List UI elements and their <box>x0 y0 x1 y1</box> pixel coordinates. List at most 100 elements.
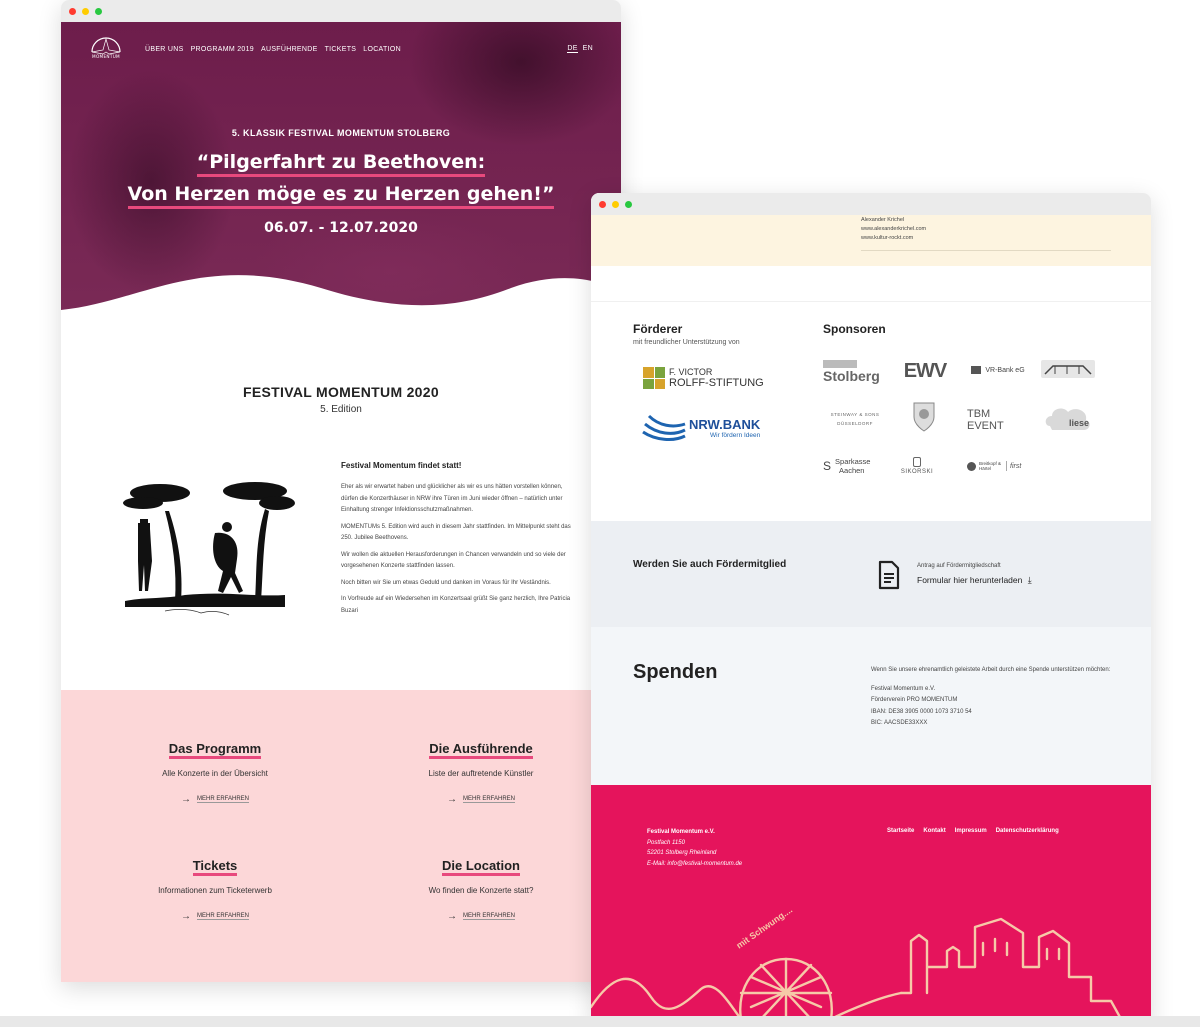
sikorski-wordmark: SIKORSKI <box>900 469 934 475</box>
sparkasse-logo[interactable]: S Sparkasse Aachen <box>823 452 883 480</box>
footer-org-name: Festival Momentum e.V. <box>647 829 715 835</box>
nav-item-ueber-uns[interactable]: ÜBER UNS <box>145 46 184 53</box>
footer-link-impressum[interactable]: Impressum <box>955 828 987 834</box>
maximize-window-icon[interactable] <box>625 200 632 208</box>
sparkasse-line1: Sparkasse <box>835 457 871 466</box>
hero-text: 5. KLASSIK FESTIVAL MOMENTUM STOLBERG “P… <box>61 128 621 236</box>
nav-item-tickets[interactable]: TICKETS <box>325 46 357 53</box>
hero-kicker: 5. KLASSIK FESTIVAL MOMENTUM STOLBERG <box>231 128 451 138</box>
stolberg-skyline-illustration: mit Schwung.... <box>591 905 1151 1021</box>
first-wordmark: first <box>1010 462 1022 470</box>
logo-wordmark: MOMENTUM <box>92 54 120 59</box>
news-paragraph: In Vorfreude auf ein Wiedersehen im Konz… <box>341 596 571 614</box>
hero-section: MOMENTUM ÜBER UNS PROGRAMM 2019 AUSFÜHRE… <box>61 22 621 322</box>
nav-items: ÜBER UNS PROGRAMM 2019 AUSFÜHRENDE TICKE… <box>145 46 401 53</box>
main-nav: MOMENTUM ÜBER UNS PROGRAMM 2019 AUSFÜHRE… <box>89 36 593 62</box>
steinway-wordmark: STEINWAY & SONS DÜSSELDORF <box>830 412 880 426</box>
membership-caption: Antrag auf Fördermitgliedschaft <box>917 563 1001 569</box>
breitkopf-wordmark: Breitkopf & Härtel <box>979 461 1002 471</box>
footer-postfach: Postfach 1150 <box>647 839 685 846</box>
festival-title: FESTIVAL MOMENTUM 2020 <box>243 384 439 400</box>
more-link-label[interactable]: MEHR ERFAHREN <box>462 796 515 803</box>
card-title[interactable]: Tickets <box>192 859 238 876</box>
donation-section: Spenden Wenn Sie unsere ehrenamtlich gel… <box>591 627 1151 785</box>
footer-city: 52201 Stolberg Rheinland <box>647 850 717 856</box>
sikorski-logo[interactable]: SIKORSKI <box>897 452 937 480</box>
footer-link-datenschutz[interactable]: Datenschutzerklärung <box>996 828 1059 834</box>
stolberg-logo[interactable]: Stolberg <box>823 356 885 386</box>
artist-website-link[interactable]: www.alexanderkrichel.com <box>861 225 1151 234</box>
more-link-label[interactable]: MEHR ERFAHREN <box>196 796 249 803</box>
more-link[interactable]: → MEHR ERFAHREN <box>115 911 315 922</box>
window-chrome <box>61 0 621 22</box>
footer-link-kontakt[interactable]: Kontakt <box>923 828 945 834</box>
coat-of-arms-icon <box>913 402 935 432</box>
rolff-stiftung-logo[interactable]: F. VICTOR ROLFF-STIFTUNG <box>643 364 773 392</box>
card-text: Wo finden die Konzerte statt? <box>428 886 534 895</box>
vr-bank-logo[interactable]: VR-Bank eG <box>967 360 1029 380</box>
card-text: Informationen zum Ticketerwerb <box>158 886 272 895</box>
artist-name: Alexander Krichel <box>861 217 905 223</box>
nav-item-ausfuehrende[interactable]: AUSFÜHRENDE <box>261 46 318 53</box>
foerderer-heading: Förderer <box>633 322 683 336</box>
rolff-line2: ROLFF-STIFTUNG <box>669 377 764 389</box>
more-link[interactable]: → MEHR ERFAHREN <box>115 794 315 805</box>
coat-of-arms-logo[interactable] <box>909 398 939 434</box>
card-tickets: Tickets Informationen zum Ticketerwerb →… <box>115 857 315 923</box>
card-programm: Das Programm Alle Konzerte in der Übersi… <box>115 740 315 806</box>
lang-de-link[interactable]: DE <box>567 45 578 53</box>
download-link-label[interactable]: Formular hier herunterladen <box>917 575 1022 585</box>
nav-item-programm[interactable]: PROGRAMM 2019 <box>191 46 254 53</box>
ewv-logo[interactable]: EWV <box>899 356 951 386</box>
stolberg-wordmark: Stolberg <box>823 367 880 384</box>
hero-title: “Pilgerfahrt zu Beethoven: Von Herzen mö… <box>61 146 621 210</box>
maximize-window-icon[interactable] <box>95 7 102 15</box>
bank-detail-line: IBAN: DE38 3905 0000 1073 3710 54 <box>871 708 972 715</box>
card-title[interactable]: Das Programm <box>168 742 262 759</box>
close-window-icon[interactable] <box>599 200 606 208</box>
artist-website-link[interactable]: www.kultur-rockt.com <box>861 234 1151 243</box>
minimize-window-icon[interactable] <box>612 200 619 208</box>
hero-date: 06.07. - 12.07.2020 <box>264 220 418 236</box>
arrow-right-icon: → <box>446 911 457 922</box>
bridge-sponsor-logo[interactable] <box>1041 360 1095 378</box>
arrow-right-icon: → <box>180 794 191 805</box>
card-text: Liste der auftretende Künstler <box>428 769 534 778</box>
page-bottom-bar <box>0 1016 1200 1027</box>
card-text: Alle Konzerte in der Übersicht <box>162 769 268 778</box>
footer-email-link[interactable]: E-Mail: info@festival-momentum.de <box>647 861 742 867</box>
download-icon[interactable]: ⤓ <box>1028 575 1032 585</box>
breitkopf-mark-icon <box>967 461 976 471</box>
card-title[interactable]: Die Ausführende <box>429 742 533 759</box>
breitkopf-logo[interactable]: Breitkopf & Härtel first <box>967 456 1027 476</box>
more-link[interactable]: → MEHR ERFAHREN <box>381 794 581 805</box>
sponsors-section: Förderer mit freundlicher Unterstützung … <box>591 302 1151 521</box>
sponsors-page-window: Alexander Krichel www.alexanderkrichel.c… <box>591 193 1151 1027</box>
liese-logo[interactable]: liese <box>1043 402 1093 436</box>
foerderer-subtitle: mit freundlicher Unterstützung von <box>633 339 740 346</box>
lang-en-link[interactable]: EN <box>583 45 593 53</box>
nrw-name: NRW.BANK <box>689 417 761 432</box>
tbm-event-logo[interactable]: TBM EVENT <box>967 408 1029 434</box>
more-link-label[interactable]: MEHR ERFAHREN <box>462 913 515 920</box>
nrw-bank-logo[interactable]: NRW.BANK Wir fördern Ideen <box>641 408 776 452</box>
more-link[interactable]: → MEHR ERFAHREN <box>381 911 581 922</box>
logo-divider <box>1006 461 1007 471</box>
tbm-wordmark: TBM EVENT <box>967 408 1004 432</box>
sparkasse-line2: Aachen <box>839 466 865 475</box>
steinway-logo[interactable]: STEINWAY & SONS DÜSSELDORF <box>823 406 887 432</box>
card-title[interactable]: Die Location <box>441 859 520 876</box>
close-window-icon[interactable] <box>69 7 76 15</box>
nav-item-location[interactable]: LOCATION <box>363 46 401 53</box>
document-icon[interactable] <box>877 560 901 590</box>
minimize-window-icon[interactable] <box>82 7 89 15</box>
footer-slogan: mit Schwung.... <box>734 905 794 951</box>
membership-form-link[interactable]: Formular hier herunterladen ⤓ <box>917 575 1032 586</box>
footer-link-startseite[interactable]: Startseite <box>887 828 914 834</box>
more-link-label[interactable]: MEHR ERFAHREN <box>196 913 249 920</box>
momentum-logo[interactable]: MOMENTUM <box>89 36 123 62</box>
arrow-right-icon: → <box>180 911 191 922</box>
news-heading: Festival Momentum findet statt! <box>341 461 462 470</box>
donation-details: Wenn Sie unsere ehrenamtlich geleistete … <box>871 665 1111 730</box>
intro-section: FESTIVAL MOMENTUM 2020 5. Edition <box>61 384 621 415</box>
